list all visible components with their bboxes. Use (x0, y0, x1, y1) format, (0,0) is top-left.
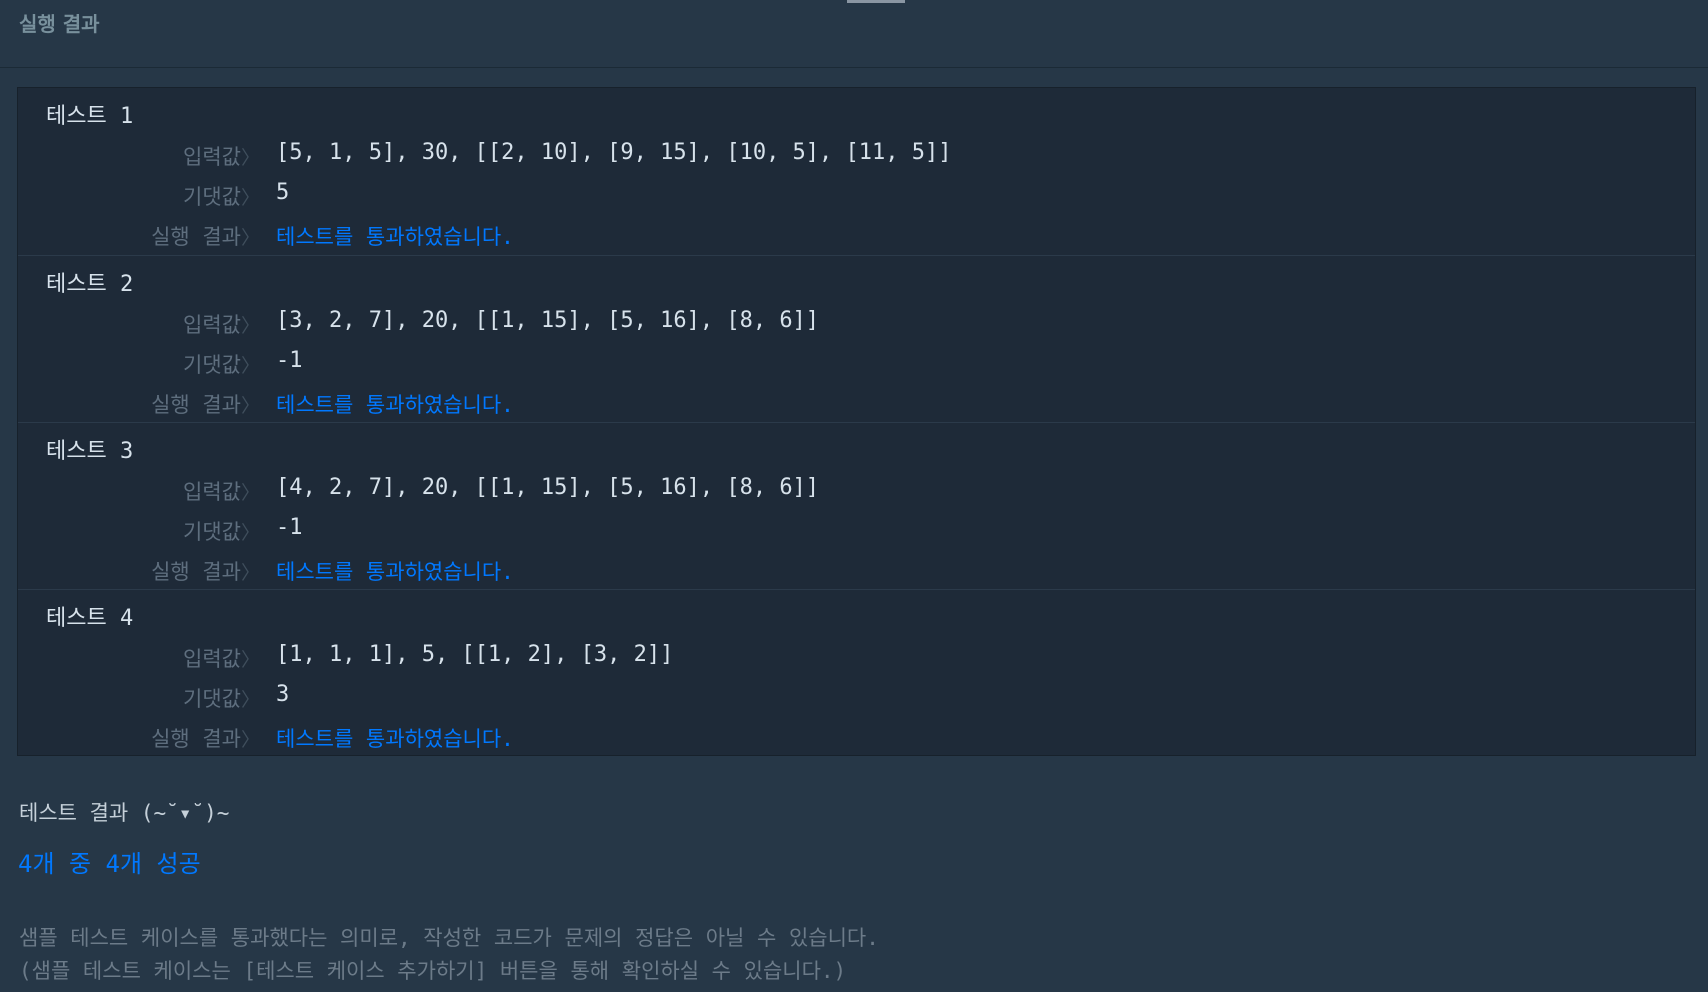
result-label: 실행 결과 (151, 393, 241, 417)
result-row: 실행 결과 〉 테스트를 통과하였습니다. (18, 389, 1695, 419)
summary-note-line-2: (샘플 테스트 케이스는 [테스트 케이스 추가하기] 버튼을 통해 확인하실 … (19, 959, 847, 983)
result-label: 실행 결과 (151, 560, 241, 584)
expected-value: -1 (276, 348, 303, 373)
input-value: [5, 1, 5], 30, [[2, 10], [9, 15], [10, 5… (276, 140, 952, 165)
test-case-3: 테스트 3 입력값 〉 [4, 2, 7], 20, [[1, 15], [5,… (18, 422, 1695, 588)
chevron-right-icon: 〉 (241, 649, 261, 671)
chevron-right-icon: 〉 (241, 482, 261, 504)
expected-value: -1 (276, 515, 303, 540)
expected-label: 기댓값 (183, 520, 241, 544)
result-row: 실행 결과 〉 테스트를 통과하였습니다. (18, 556, 1695, 586)
expected-row: 기댓값 〉 5 (18, 180, 1695, 211)
result-value: 테스트를 통과하였습니다. (276, 727, 514, 751)
expected-value: 3 (276, 682, 290, 707)
test-case-title: 테스트 3 (46, 439, 134, 464)
test-case-4: 테스트 4 입력값 〉 [1, 1, 1], 5, [[1, 2], [3, 2… (18, 589, 1695, 755)
test-case-title: 테스트 4 (46, 606, 134, 631)
input-label: 입력값 (183, 313, 241, 337)
chevron-right-icon: 〉 (241, 147, 261, 169)
panel-title: 실행 결과 (19, 12, 100, 36)
test-case-title: 테스트 1 (46, 104, 134, 129)
chevron-right-icon: 〉 (241, 315, 261, 337)
result-row: 실행 결과 〉 테스트를 통과하였습니다. (18, 723, 1695, 753)
expected-label: 기댓값 (183, 353, 241, 377)
result-value: 테스트를 통과하였습니다. (276, 560, 514, 584)
chevron-right-icon: 〉 (241, 729, 261, 751)
test-results-list: 테스트 1 입력값 〉 [5, 1, 5], 30, [[2, 10], [9,… (17, 87, 1696, 756)
input-row: 입력값 〉 [4, 2, 7], 20, [[1, 15], [5, 16], … (18, 475, 1695, 506)
input-row: 입력값 〉 [1, 1, 1], 5, [[1, 2], [3, 2]] (18, 642, 1695, 673)
resize-handle[interactable] (847, 0, 905, 3)
expected-row: 기댓값 〉 -1 (18, 515, 1695, 546)
panel-header: 실행 결과 (0, 0, 1708, 68)
input-value: [1, 1, 1], 5, [[1, 2], [3, 2]] (276, 642, 674, 667)
input-label: 입력값 (183, 647, 241, 671)
input-value: [4, 2, 7], 20, [[1, 15], [5, 16], [8, 6]… (276, 475, 820, 500)
chevron-right-icon: 〉 (241, 395, 261, 417)
result-label: 실행 결과 (151, 225, 241, 249)
test-case-title: 테스트 2 (46, 272, 134, 297)
expected-label: 기댓값 (183, 687, 241, 711)
result-row: 실행 결과 〉 테스트를 통과하였습니다. (18, 221, 1695, 251)
chevron-right-icon: 〉 (241, 187, 261, 209)
chevron-right-icon: 〉 (241, 562, 261, 584)
chevron-right-icon: 〉 (241, 227, 261, 249)
input-row: 입력값 〉 [5, 1, 5], 30, [[2, 10], [9, 15], … (18, 140, 1695, 171)
chevron-right-icon: 〉 (241, 522, 261, 544)
expected-label: 기댓값 (183, 185, 241, 209)
summary-note-line-1: 샘플 테스트 케이스를 통과했다는 의미로, 작성한 코드가 문제의 정답은 아… (19, 926, 879, 950)
result-value: 테스트를 통과하였습니다. (276, 225, 514, 249)
test-case-2: 테스트 2 입력값 〉 [3, 2, 7], 20, [[1, 15], [5,… (18, 255, 1695, 421)
input-row: 입력값 〉 [3, 2, 7], 20, [[1, 15], [5, 16], … (18, 308, 1695, 339)
summary-title: 테스트 결과 (~˘▾˘)~ (19, 801, 230, 825)
test-case-1: 테스트 1 입력값 〉 [5, 1, 5], 30, [[2, 10], [9,… (18, 88, 1695, 254)
chevron-right-icon: 〉 (241, 689, 261, 711)
result-value: 테스트를 통과하였습니다. (276, 393, 514, 417)
input-label: 입력값 (183, 480, 241, 504)
chevron-right-icon: 〉 (241, 355, 261, 377)
input-label: 입력값 (183, 145, 241, 169)
result-label: 실행 결과 (151, 727, 241, 751)
summary-score: 4개 중 4개 성공 (18, 850, 201, 878)
input-value: [3, 2, 7], 20, [[1, 15], [5, 16], [8, 6]… (276, 308, 820, 333)
expected-row: 기댓값 〉 3 (18, 682, 1695, 713)
expected-row: 기댓값 〉 -1 (18, 348, 1695, 379)
expected-value: 5 (276, 180, 290, 205)
